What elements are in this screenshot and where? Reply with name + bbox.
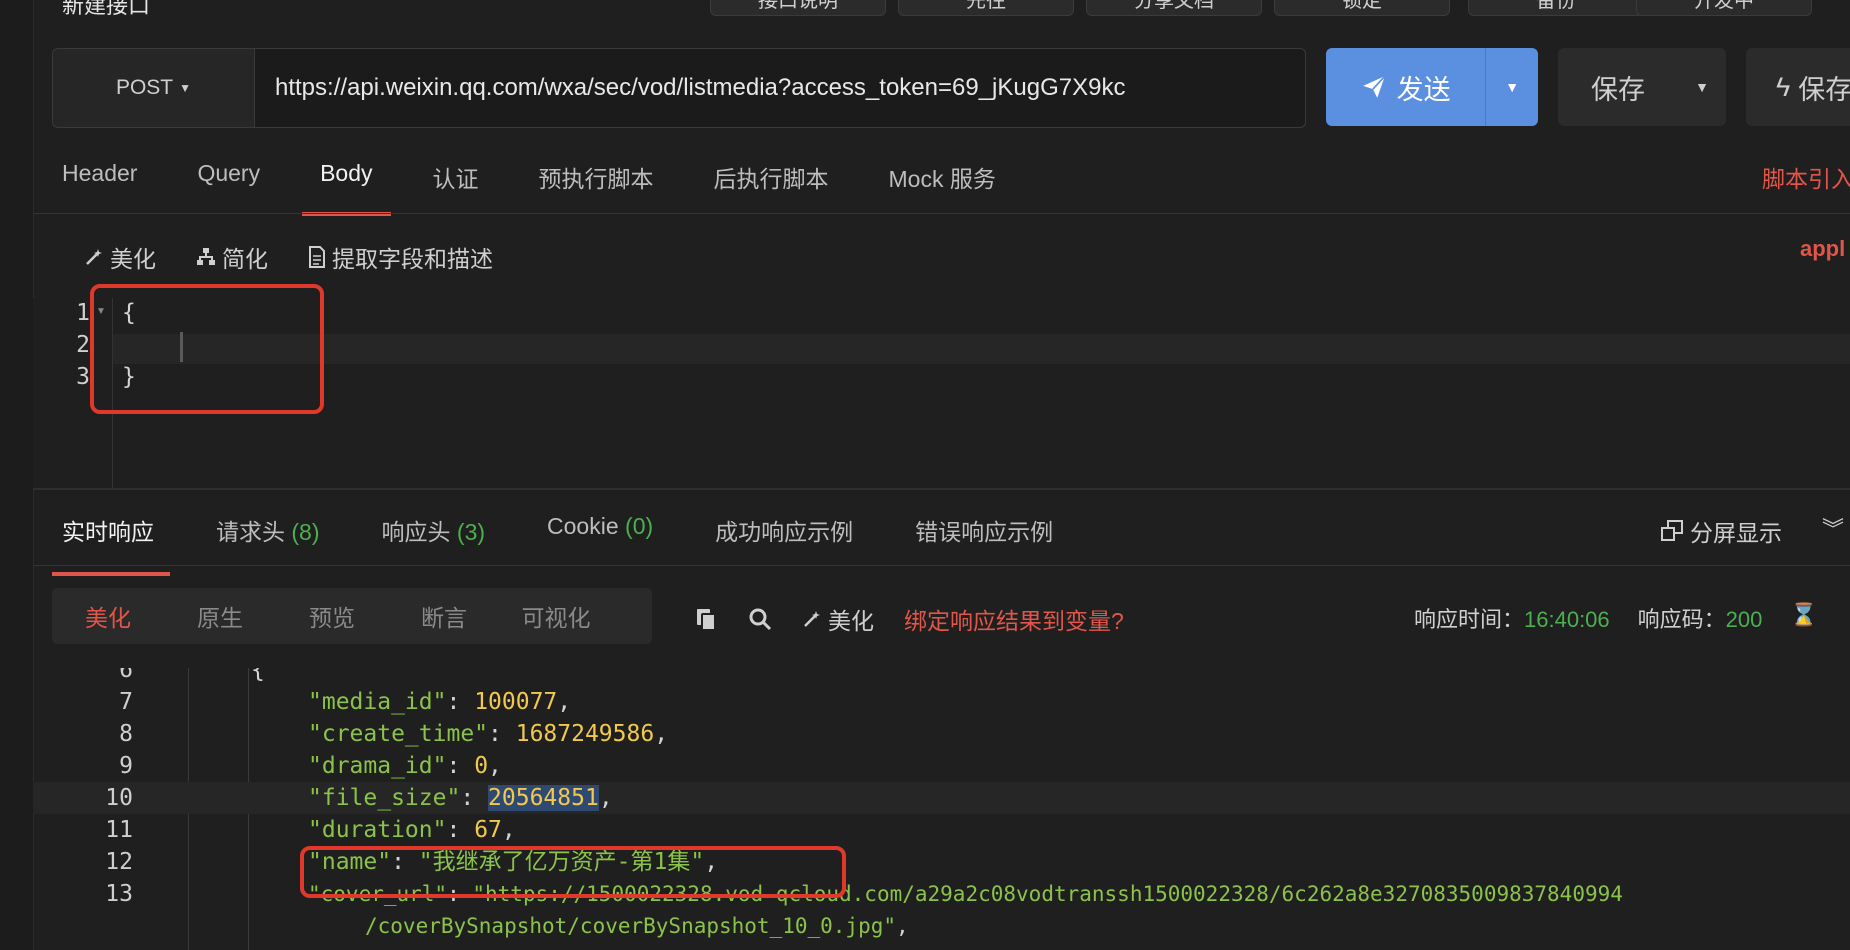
- copy-icon[interactable]: [694, 607, 718, 631]
- code-line: /coverBySnapshot/coverBySnapshot_10_0.jp…: [365, 914, 909, 938]
- quick-save-label: 保存: [1798, 74, 1850, 105]
- panel-divider[interactable]: [33, 488, 1850, 490]
- magic-wand-icon: [804, 611, 820, 627]
- tab-cookie[interactable]: Cookie (0): [547, 508, 653, 552]
- send-dropdown[interactable]: ▼: [1485, 48, 1538, 126]
- tab-body[interactable]: Body: [301, 150, 392, 216]
- bind-variable-link[interactable]: 绑定响应结果到变量?: [904, 602, 1124, 636]
- share-doc-button[interactable]: 分享文档: [1086, 0, 1262, 16]
- method-label: POST: [115, 76, 174, 99]
- highlight-box: [90, 284, 324, 414]
- send-label: 发送: [1396, 74, 1451, 105]
- mode-preview[interactable]: 预览: [276, 599, 388, 633]
- simplify-button[interactable]: 简化: [196, 240, 268, 274]
- tab-header[interactable]: Header: [62, 150, 137, 212]
- document-icon: [309, 246, 325, 268]
- quick-save-button[interactable]: ϟ 保存: [1746, 48, 1850, 126]
- line-number: 1: [76, 300, 90, 326]
- split-view-label: 分屏显示: [1690, 520, 1782, 546]
- tab-mock[interactable]: Mock 服务: [889, 150, 996, 212]
- save-label: 保存: [1591, 74, 1645, 105]
- response-time: 响应时间：16:40:06: [1414, 607, 1610, 632]
- beautify-button[interactable]: 美化: [84, 240, 156, 274]
- window-restore-icon: [1661, 520, 1683, 541]
- beautify-label: 美化: [110, 246, 156, 272]
- tab-response-headers[interactable]: 响应头 (3): [382, 508, 486, 552]
- chevron-down-icon: ▼: [1505, 79, 1520, 95]
- response-toolbar: 美化 绑定响应结果到变量?: [694, 602, 1124, 636]
- line-number: 3: [76, 364, 90, 390]
- tab-realtime-response[interactable]: 实时响应: [52, 508, 170, 576]
- split-view-button[interactable]: 分屏显示: [1660, 514, 1782, 548]
- beautify-response-button[interactable]: 美化: [802, 602, 874, 636]
- method-select[interactable]: POST ▼: [52, 48, 254, 128]
- simplify-label: 简化: [222, 246, 268, 272]
- lock-button[interactable]: 锁定: [1274, 0, 1450, 16]
- lightning-icon: ϟ: [1776, 71, 1791, 102]
- run-button[interactable]: 先往: [898, 0, 1074, 16]
- left-rail: [0, 0, 34, 950]
- send-button[interactable]: 发送 ▼: [1326, 48, 1538, 126]
- paper-plane-icon: [1362, 75, 1386, 98]
- code-line: 6 {: [119, 668, 265, 683]
- tab-post-script[interactable]: 后执行脚本: [714, 150, 829, 212]
- save-button[interactable]: 保存 ▼: [1558, 48, 1726, 126]
- save-dropdown[interactable]: ▼: [1678, 79, 1726, 95]
- highlight-box: [300, 846, 846, 898]
- mode-raw[interactable]: 原生: [164, 599, 276, 633]
- tab-query[interactable]: Query: [197, 150, 260, 212]
- search-icon[interactable]: [748, 607, 772, 631]
- tab-request-headers[interactable]: 请求头 (8): [216, 508, 320, 552]
- tab-error-example[interactable]: 错误响应示例: [915, 508, 1053, 552]
- mode-assert[interactable]: 断言: [388, 599, 500, 633]
- collapse-icon[interactable]: ︾: [1822, 512, 1844, 544]
- chevron-down-icon: ▼: [179, 81, 192, 95]
- script-import-link[interactable]: 脚本引入: [1762, 160, 1850, 194]
- code-line: 11 "duration": 67,: [105, 817, 516, 843]
- tab-success-example[interactable]: 成功响应示例: [715, 508, 853, 552]
- body-toolbar: 美化 简化 提取字段和描述: [84, 240, 493, 274]
- response-body-viewer[interactable]: 6 { 7 "media_id": 100077, 8 "create_time…: [33, 668, 1850, 950]
- status-dropdown[interactable]: 开发中: [1636, 0, 1812, 16]
- page-title: 新建接口: [62, 0, 151, 18]
- line-number: 2: [76, 332, 90, 358]
- url-input[interactable]: https://api.weixin.qq.com/wxa/sec/vod/li…: [254, 48, 1306, 128]
- response-code: 响应码：200: [1637, 607, 1763, 632]
- code-line: 9 "drama_id": 0,: [119, 753, 502, 779]
- code-line: 7 "media_id": 100077,: [119, 689, 572, 715]
- tab-auth[interactable]: 认证: [433, 150, 479, 212]
- selected-text: 20564851: [488, 785, 599, 811]
- divider: [33, 213, 1850, 214]
- mode-visualize[interactable]: 可视化: [500, 599, 612, 633]
- sitemap-icon: [197, 248, 215, 265]
- code-line: 8 "create_time": 1687249586,: [119, 721, 669, 747]
- backup-button[interactable]: 备份: [1468, 0, 1644, 16]
- request-tabs: Header Query Body 认证 预执行脚本 后执行脚本 Mock 服务: [62, 150, 1056, 216]
- response-meta: 响应时间：16:40:06 响应码：200 ⌛: [1414, 602, 1818, 634]
- mode-beautify[interactable]: 美化: [52, 599, 164, 633]
- extract-label: 提取字段和描述: [332, 246, 493, 272]
- response-tabs: 实时响应 请求头 (8) 响应头 (3) Cookie (0) 成功响应示例 错…: [52, 508, 1115, 576]
- api-doc-button[interactable]: 接口说明: [710, 0, 886, 16]
- code-line: 10 "file_size": 20564851,: [33, 782, 1850, 814]
- extract-fields-button[interactable]: 提取字段和描述: [308, 240, 493, 274]
- content-type-label[interactable]: appl: [1800, 236, 1845, 262]
- tab-pre-script[interactable]: 预执行脚本: [539, 150, 654, 212]
- active-line: [113, 334, 1850, 364]
- hourglass-icon: ⌛: [1790, 602, 1818, 627]
- magic-wand-icon: [86, 249, 102, 265]
- response-view-mode: 美化 原生 预览 断言 可视化: [52, 588, 652, 644]
- divider: [33, 565, 1850, 566]
- beautify-label: 美化: [828, 608, 874, 634]
